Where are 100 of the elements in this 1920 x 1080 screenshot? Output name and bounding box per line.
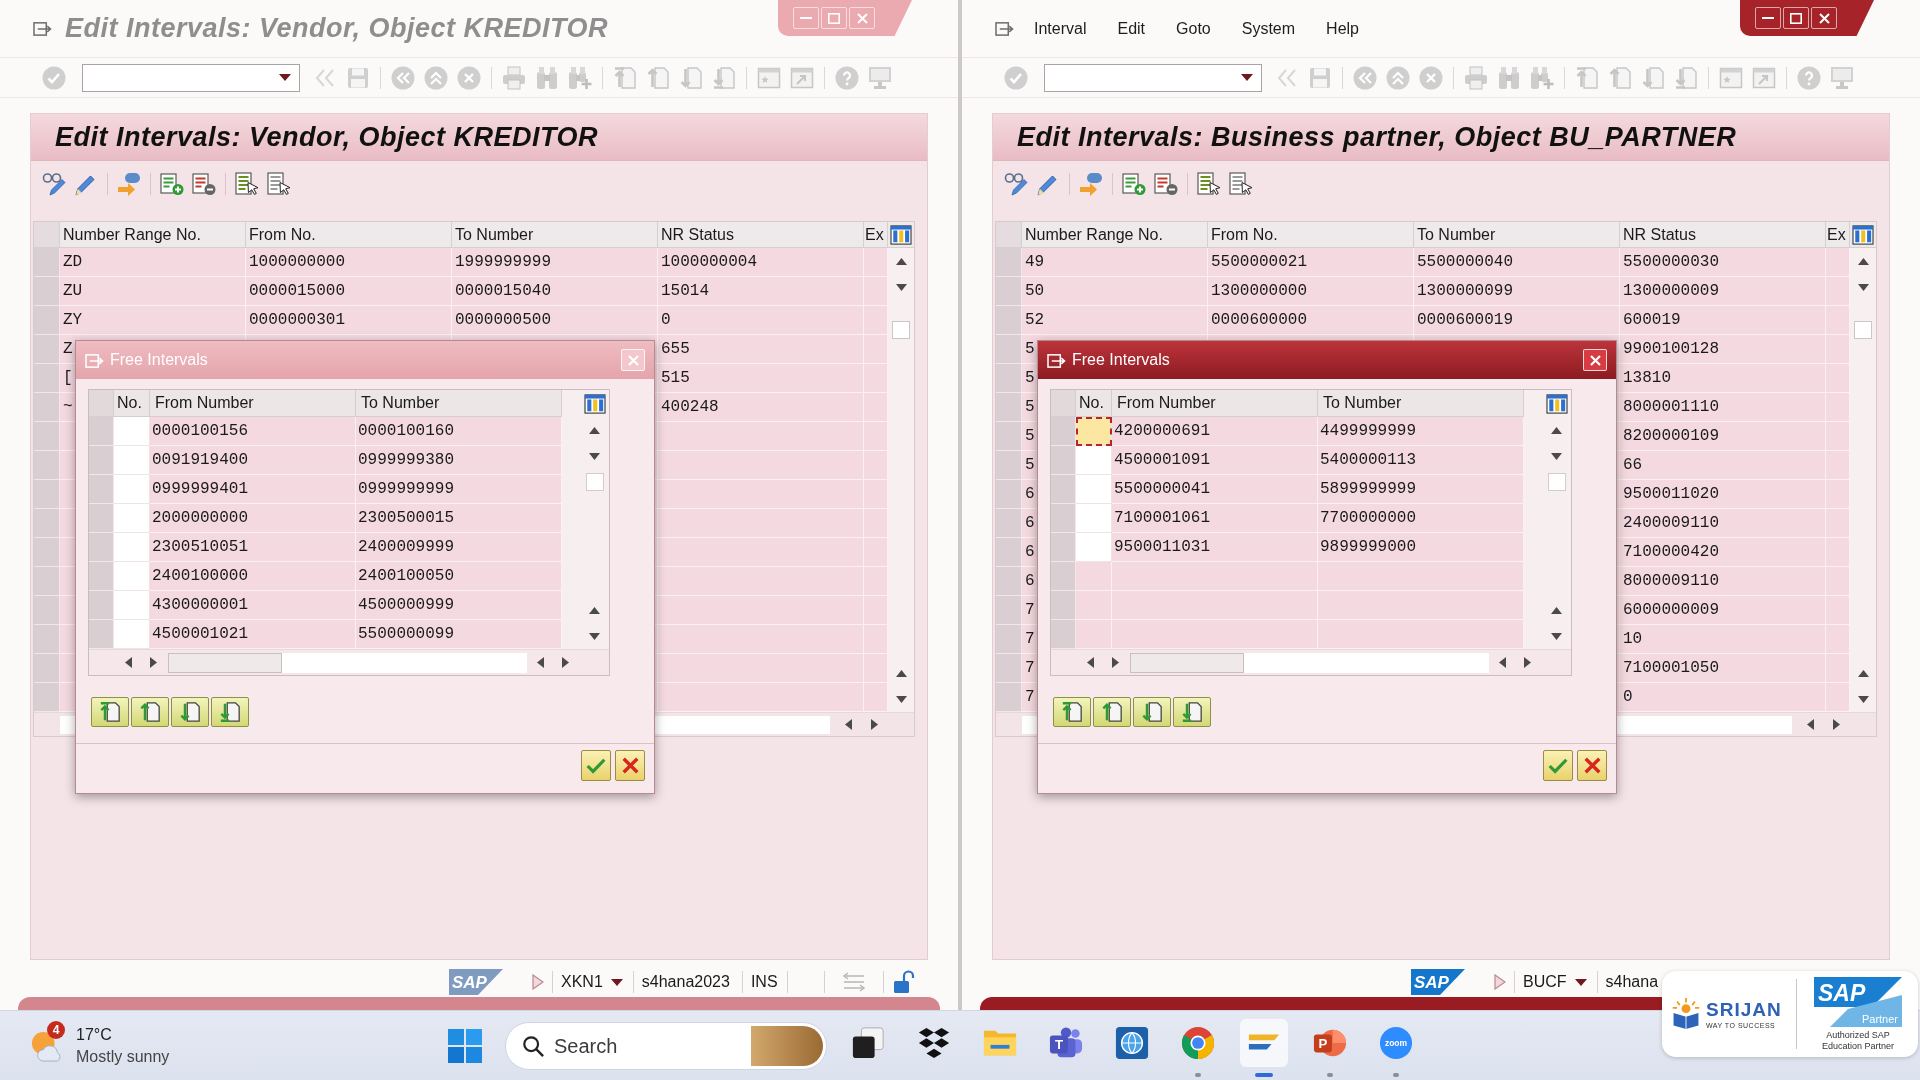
row-selector[interactable] — [34, 393, 60, 422]
glasses-pencil-icon[interactable] — [42, 171, 66, 196]
previous-page-icon[interactable] — [1608, 65, 1632, 90]
find-next-icon[interactable] — [568, 65, 592, 90]
number-input-cell[interactable] — [1076, 475, 1112, 504]
scroll-up-icon[interactable] — [1551, 426, 1562, 434]
next-page-button[interactable] — [1133, 697, 1171, 727]
deselect-all-icon[interactable] — [267, 171, 291, 196]
last-page-icon[interactable] — [712, 65, 736, 90]
scroll-left-icon[interactable] — [537, 657, 544, 668]
delete-row-icon[interactable] — [1154, 171, 1178, 196]
column-settings-icon[interactable] — [1545, 393, 1568, 414]
scroll-left-icon[interactable] — [1807, 719, 1814, 730]
scroll-right-icon[interactable] — [1833, 719, 1840, 730]
column-header[interactable]: From Number — [1112, 390, 1318, 417]
maximize-button[interactable] — [1783, 7, 1809, 29]
row-selector[interactable] — [996, 596, 1022, 625]
scroll-down-icon[interactable] — [1551, 632, 1562, 640]
shortcut-icon[interactable] — [790, 65, 814, 90]
scrollbar-thumb[interactable] — [1547, 473, 1566, 491]
scroll-right-icon[interactable] — [150, 657, 157, 668]
column-settings-icon[interactable] — [583, 393, 606, 414]
scroll-down-icon[interactable] — [895, 695, 907, 703]
row-selector[interactable] — [34, 451, 60, 480]
number-input-cell[interactable] — [114, 620, 150, 649]
scroll-up-icon[interactable] — [895, 257, 907, 265]
row-selector[interactable] — [996, 625, 1022, 654]
scroll-right-icon[interactable] — [871, 719, 878, 730]
column-header[interactable]: To Number — [452, 222, 658, 248]
row-selector[interactable] — [34, 364, 60, 393]
printer-icon[interactable] — [1464, 65, 1488, 90]
number-input-cell[interactable] — [114, 504, 150, 533]
row-selector[interactable] — [89, 417, 114, 446]
scroll-left-icon[interactable] — [1499, 657, 1506, 668]
previous-page-button[interactable] — [131, 697, 169, 727]
search-bar[interactable]: Search — [505, 1021, 827, 1070]
column-header[interactable]: Ex — [1826, 222, 1850, 248]
column-header[interactable]: To Number — [1414, 222, 1620, 248]
number-input-cell[interactable] — [114, 417, 150, 446]
monitor-icon[interactable] — [1830, 65, 1854, 90]
scroll-up-icon[interactable] — [589, 606, 600, 614]
menu-window-icon[interactable] — [33, 20, 52, 37]
delete-row-icon[interactable] — [192, 171, 216, 196]
row-selector[interactable] — [34, 480, 60, 509]
number-input-cell[interactable] — [114, 533, 150, 562]
scroll-down-icon[interactable] — [895, 283, 907, 291]
row-selector[interactable] — [996, 567, 1022, 596]
row-selector[interactable] — [996, 335, 1022, 364]
scroll-up-icon[interactable] — [895, 669, 907, 677]
status-arrow-icon[interactable] — [1079, 171, 1103, 196]
new-window-icon[interactable] — [757, 65, 781, 90]
scroll-left-icon[interactable] — [125, 657, 132, 668]
cancel-button[interactable] — [1577, 750, 1607, 781]
column-header[interactable]: From Number — [150, 390, 356, 417]
scrollbar-thumb[interactable] — [892, 321, 910, 339]
row-selector[interactable] — [89, 504, 114, 533]
row-selector[interactable] — [34, 654, 60, 683]
number-input-cell[interactable] — [114, 562, 150, 591]
row-selector[interactable] — [1051, 475, 1076, 504]
play-triangle-icon[interactable] — [532, 974, 544, 990]
check-circle-icon[interactable] — [42, 65, 66, 90]
scroll-right-icon[interactable] — [562, 657, 569, 668]
row-selector[interactable] — [996, 538, 1022, 567]
four-squares-icon[interactable] — [448, 1028, 482, 1063]
status-arrow-icon[interactable] — [117, 171, 141, 196]
cancel-icon[interactable] — [1419, 65, 1443, 90]
row-selector[interactable] — [34, 538, 60, 567]
number-input-cell[interactable] — [1076, 533, 1112, 562]
column-header[interactable]: Ex — [864, 222, 888, 248]
play-triangle-icon[interactable] — [1494, 974, 1506, 990]
first-page-icon[interactable] — [1575, 65, 1599, 90]
cancel-icon[interactable] — [457, 65, 481, 90]
first-page-button[interactable] — [1053, 697, 1091, 727]
select-all-icon[interactable] — [1197, 171, 1221, 196]
row-selector[interactable] — [34, 683, 60, 712]
help-icon[interactable] — [1797, 65, 1821, 90]
shortcut-icon[interactable] — [1752, 65, 1776, 90]
scroll-right-icon[interactable] — [1524, 657, 1531, 668]
column-header[interactable]: Number Range No. — [60, 222, 246, 248]
row-selector[interactable] — [996, 654, 1022, 683]
back-icon[interactable] — [1353, 65, 1377, 90]
check-circle-icon[interactable] — [1004, 65, 1028, 90]
scrollbar-thumb[interactable] — [1130, 652, 1244, 673]
row-selector[interactable] — [996, 683, 1022, 712]
menu-item[interactable]: Help — [1326, 17, 1359, 40]
number-input-cell[interactable] — [114, 475, 150, 504]
monitor-icon[interactable] — [868, 65, 892, 90]
column-header[interactable]: To Number — [1318, 390, 1524, 417]
scroll-right-icon[interactable] — [1112, 657, 1119, 668]
row-selector[interactable] — [34, 277, 60, 306]
deselect-all-icon[interactable] — [1229, 171, 1253, 196]
row-selector[interactable] — [34, 306, 60, 335]
row-selector[interactable] — [996, 248, 1022, 277]
scroll-up-icon[interactable] — [1857, 257, 1869, 265]
column-header[interactable]: From No. — [246, 222, 452, 248]
save-icon[interactable] — [1308, 65, 1332, 90]
new-window-icon[interactable] — [1719, 65, 1743, 90]
scroll-left-icon[interactable] — [845, 719, 852, 730]
row-selector[interactable] — [89, 620, 114, 649]
insert-row-icon[interactable] — [1122, 171, 1146, 196]
